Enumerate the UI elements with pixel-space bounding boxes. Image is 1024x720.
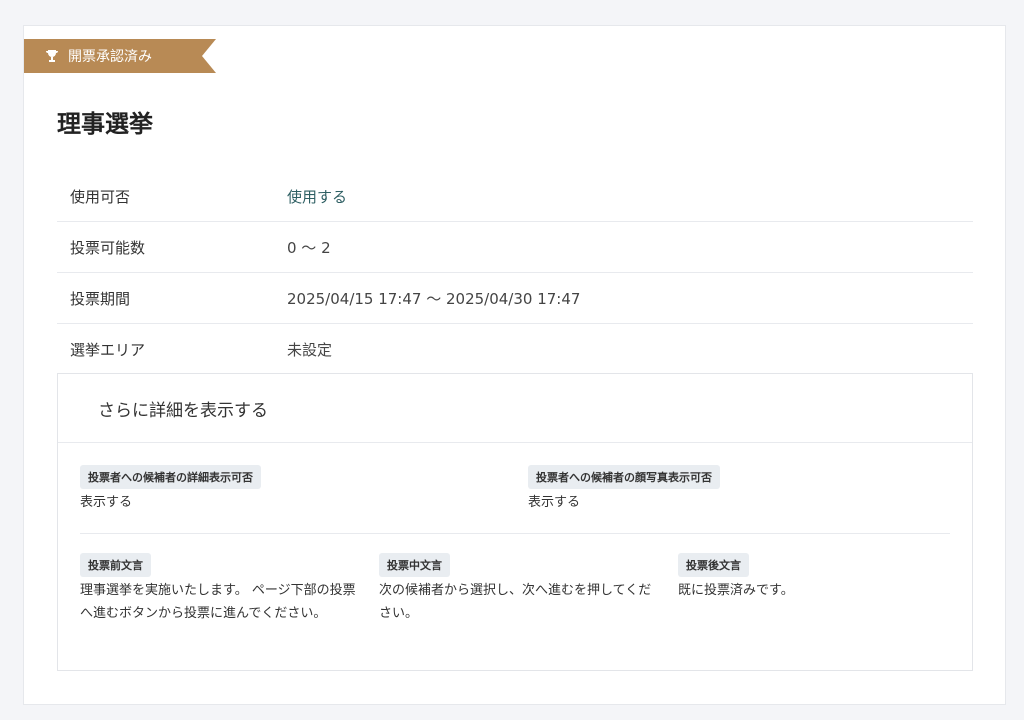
field-tag: 投票者への候補者の顔写真表示可否 — [528, 465, 720, 489]
info-value: 2025/04/15 17:47 ～ 2025/04/30 17:47 — [287, 289, 581, 308]
show-more-toggle[interactable]: さらに詳細を表示する — [58, 374, 972, 443]
divider — [80, 533, 950, 534]
info-table: 使用可否 使用する 投票可能数 0 ～ 2 投票期間 2025/04/15 17… — [57, 171, 973, 375]
trophy-icon — [44, 48, 60, 64]
info-label: 使用可否 — [70, 187, 131, 206]
field-pre-text: 投票前文言 理事選挙を実施いたします。 ページ下部の投票へ進むボタンから投票に進… — [80, 553, 358, 625]
info-row-area: 選挙エリア 未設定 — [57, 324, 973, 375]
ribbon-tail — [202, 39, 216, 73]
info-row-usage: 使用可否 使用する — [57, 171, 973, 222]
info-label: 選挙エリア — [70, 341, 146, 359]
field-tag: 投票者への候補者の詳細表示可否 — [80, 465, 261, 489]
status-ribbon: 開票承認済み — [24, 39, 216, 73]
election-card: 開票承認済み 理事選挙 使用可否 使用する 投票可能数 0 ～ 2 投票期間 2… — [23, 25, 1006, 705]
field-value: 次の候補者から選択し、次へ進むを押してください。 — [379, 583, 652, 621]
field-value: 表示する — [80, 495, 133, 510]
status-ribbon-body: 開票承認済み — [24, 39, 202, 73]
status-badge-label: 開票承認済み — [68, 49, 152, 65]
field-value: 理事選挙を実施いたします。 ページ下部の投票へ進むボタンから投票に進んでください… — [80, 583, 356, 621]
info-value: 未設定 — [287, 341, 333, 359]
field-detail-display: 投票者への候補者の詳細表示可否 表示する — [80, 465, 261, 514]
field-tag: 投票前文言 — [80, 553, 151, 577]
page-title: 理事選挙 — [57, 110, 153, 138]
field-post-text: 投票後文言 既に投票済みです。 — [678, 553, 956, 602]
field-value: 表示する — [528, 495, 581, 510]
field-tag: 投票後文言 — [678, 553, 749, 577]
field-mid-text: 投票中文言 次の候補者から選択し、次へ進むを押してください。 — [379, 553, 657, 625]
info-label: 投票可能数 — [70, 238, 146, 257]
info-value: 使用する — [287, 187, 348, 206]
info-label: 投票期間 — [70, 289, 131, 308]
info-value: 0 ～ 2 — [287, 238, 331, 257]
info-row-vote-count: 投票可能数 0 ～ 2 — [57, 222, 973, 273]
field-value: 既に投票済みです。 — [678, 583, 794, 598]
info-row-vote-period: 投票期間 2025/04/15 17:47 ～ 2025/04/30 17:47 — [57, 273, 973, 324]
field-photo-display: 投票者への候補者の顔写真表示可否 表示する — [528, 465, 720, 514]
details-panel: さらに詳細を表示する 投票者への候補者の詳細表示可否 表示する 投票者への候補者… — [57, 373, 973, 671]
field-tag: 投票中文言 — [379, 553, 450, 577]
